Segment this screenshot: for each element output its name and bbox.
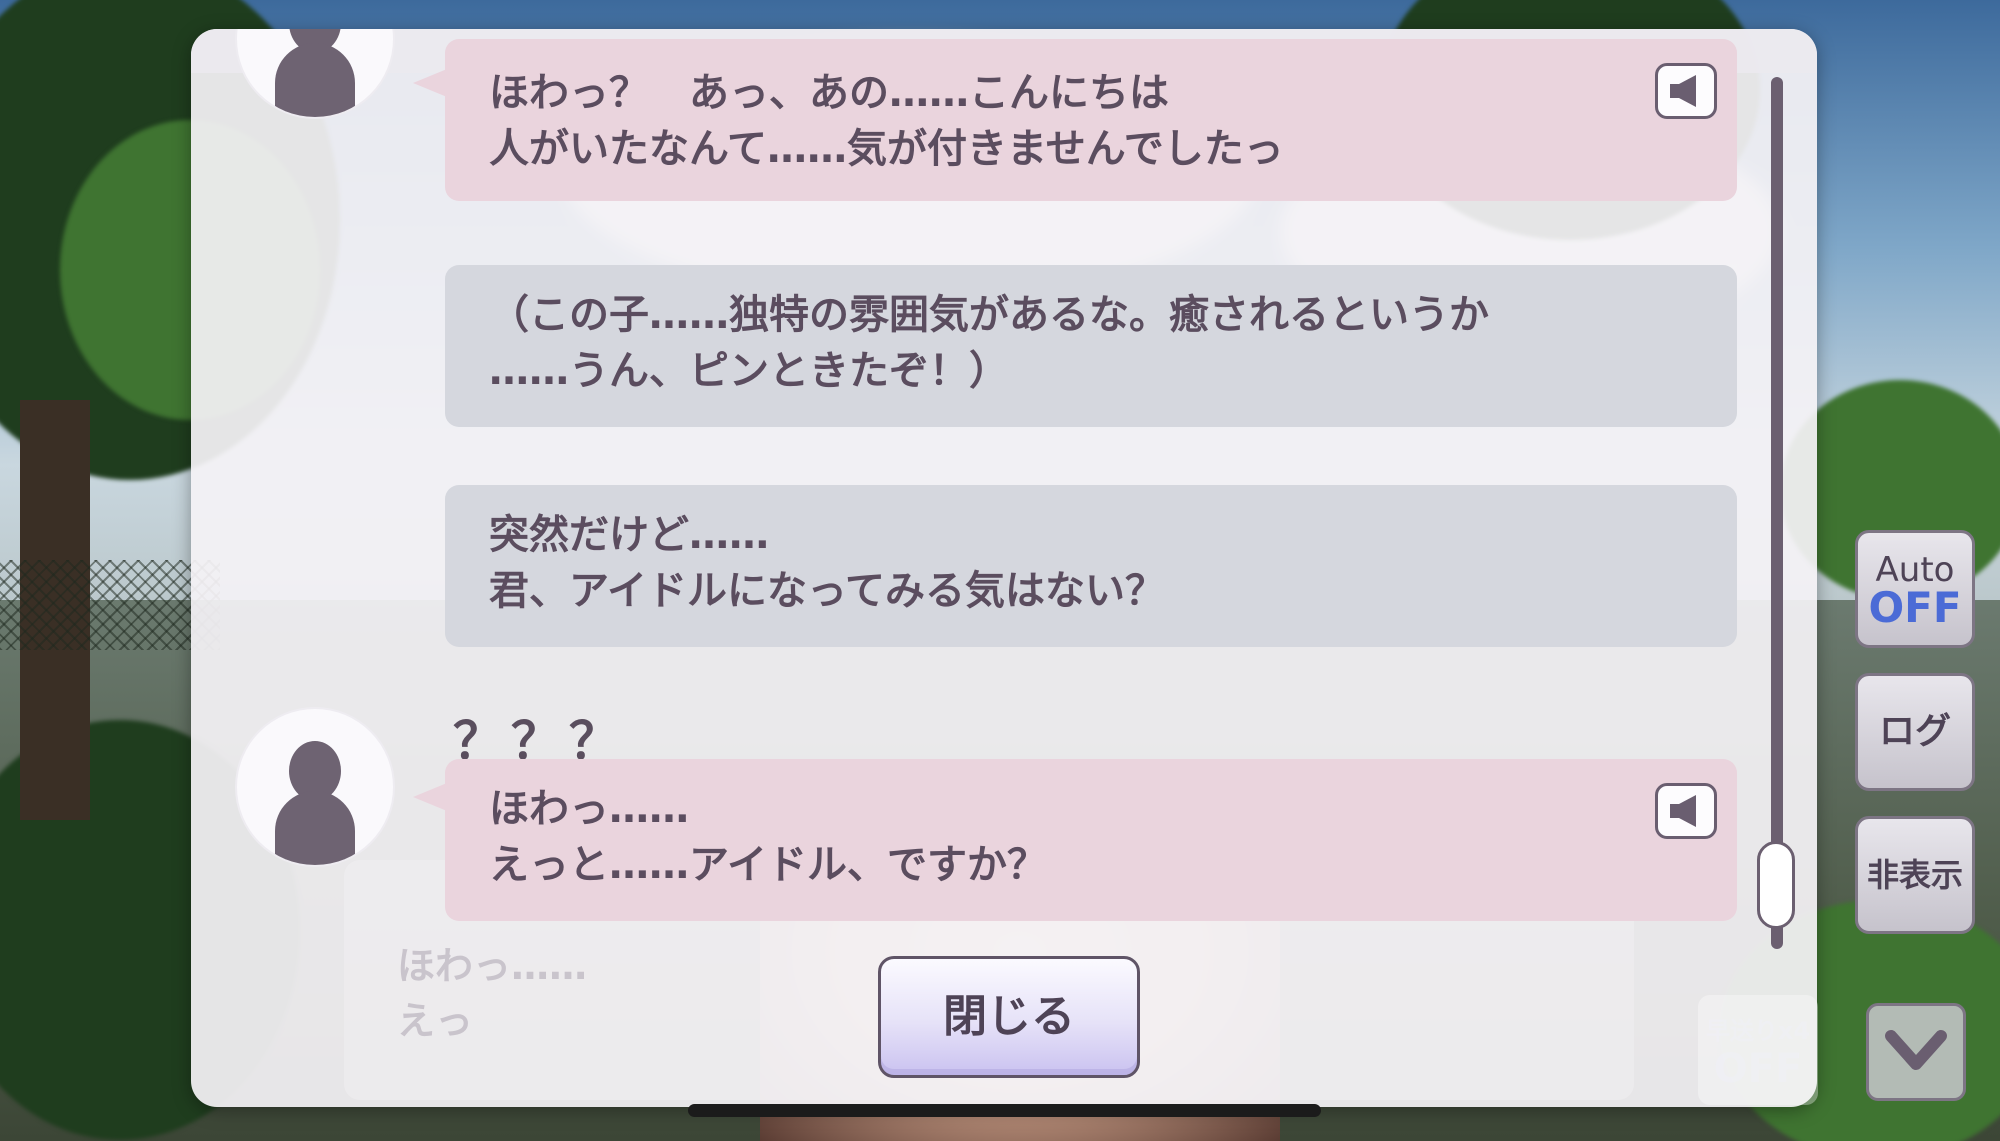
auto-label: Auto (1875, 550, 1955, 590)
silhouette-icon (237, 709, 393, 865)
message-bubble: ほわっ？ あっ、あの……こんにちは 人がいたなんて……気が付きませんでしたっ (445, 39, 1737, 201)
silhouette-icon (237, 29, 393, 117)
scrollbar-thumb[interactable] (1757, 841, 1795, 929)
bubble-tail (413, 69, 447, 97)
message-line: ほわっ…… (489, 786, 689, 832)
bubble-tail (413, 783, 447, 811)
auto-state: OFF (1868, 583, 1962, 632)
message-line: 突然だけど…… (489, 512, 769, 558)
scrollbar-track[interactable] (1771, 77, 1783, 949)
chevron-down-icon (1885, 1030, 1947, 1070)
message-bubble: ほわっ…… えっと……アイドル、ですか？ (445, 759, 1737, 921)
auto-button[interactable]: Auto OFF (1855, 530, 1975, 648)
message-bubble: 突然だけど…… 君、アイドルになってみる気はない？ (445, 485, 1737, 647)
message-line: 人がいたなんて……気が付きませんでしたっ (489, 126, 1284, 172)
message-line: ……うん、ピンときたぞ！） (489, 348, 1009, 394)
speaker-icon (1670, 75, 1696, 107)
log-button[interactable]: ログ (1855, 673, 1975, 791)
message-line: えっと……アイドル、ですか？ (489, 842, 1047, 888)
home-indicator[interactable] (688, 1104, 1321, 1117)
background-dialogue-line: えっ (397, 999, 474, 1043)
voice-replay-button[interactable] (1655, 63, 1717, 119)
fast-forward-state: OFF (1713, 1046, 1803, 1092)
message-line: （この子……独特の雰囲気があるな。癒されるというか (489, 292, 1489, 338)
fence (0, 560, 220, 650)
fast-forward-label: 早送りx4 (1705, 1017, 1811, 1045)
backlog-panel[interactable]: ほわっ…… えっ ほわっ？ あっ、あの……こんにちは 人がいたなんて……気が付き… (191, 29, 1817, 1107)
close-button[interactable]: 閉じる (878, 956, 1140, 1078)
hide-ui-button[interactable]: 非表示 (1855, 816, 1975, 934)
fast-forward-button[interactable]: 早送りx4 OFF (1698, 995, 1818, 1105)
background-dialogue-line: ほわっ…… (397, 944, 588, 988)
speaker-icon (1670, 795, 1696, 827)
message-line: ほわっ？ あっ、あの……こんにちは (489, 70, 1169, 116)
voice-replay-button[interactable] (1655, 783, 1717, 839)
next-button[interactable] (1866, 1003, 1966, 1101)
message-line: 君、アイドルになってみる気はない？ (489, 568, 1165, 614)
message-bubble: （この子……独特の雰囲気があるな。癒されるというか ……うん、ピンときたぞ！） (445, 265, 1737, 427)
